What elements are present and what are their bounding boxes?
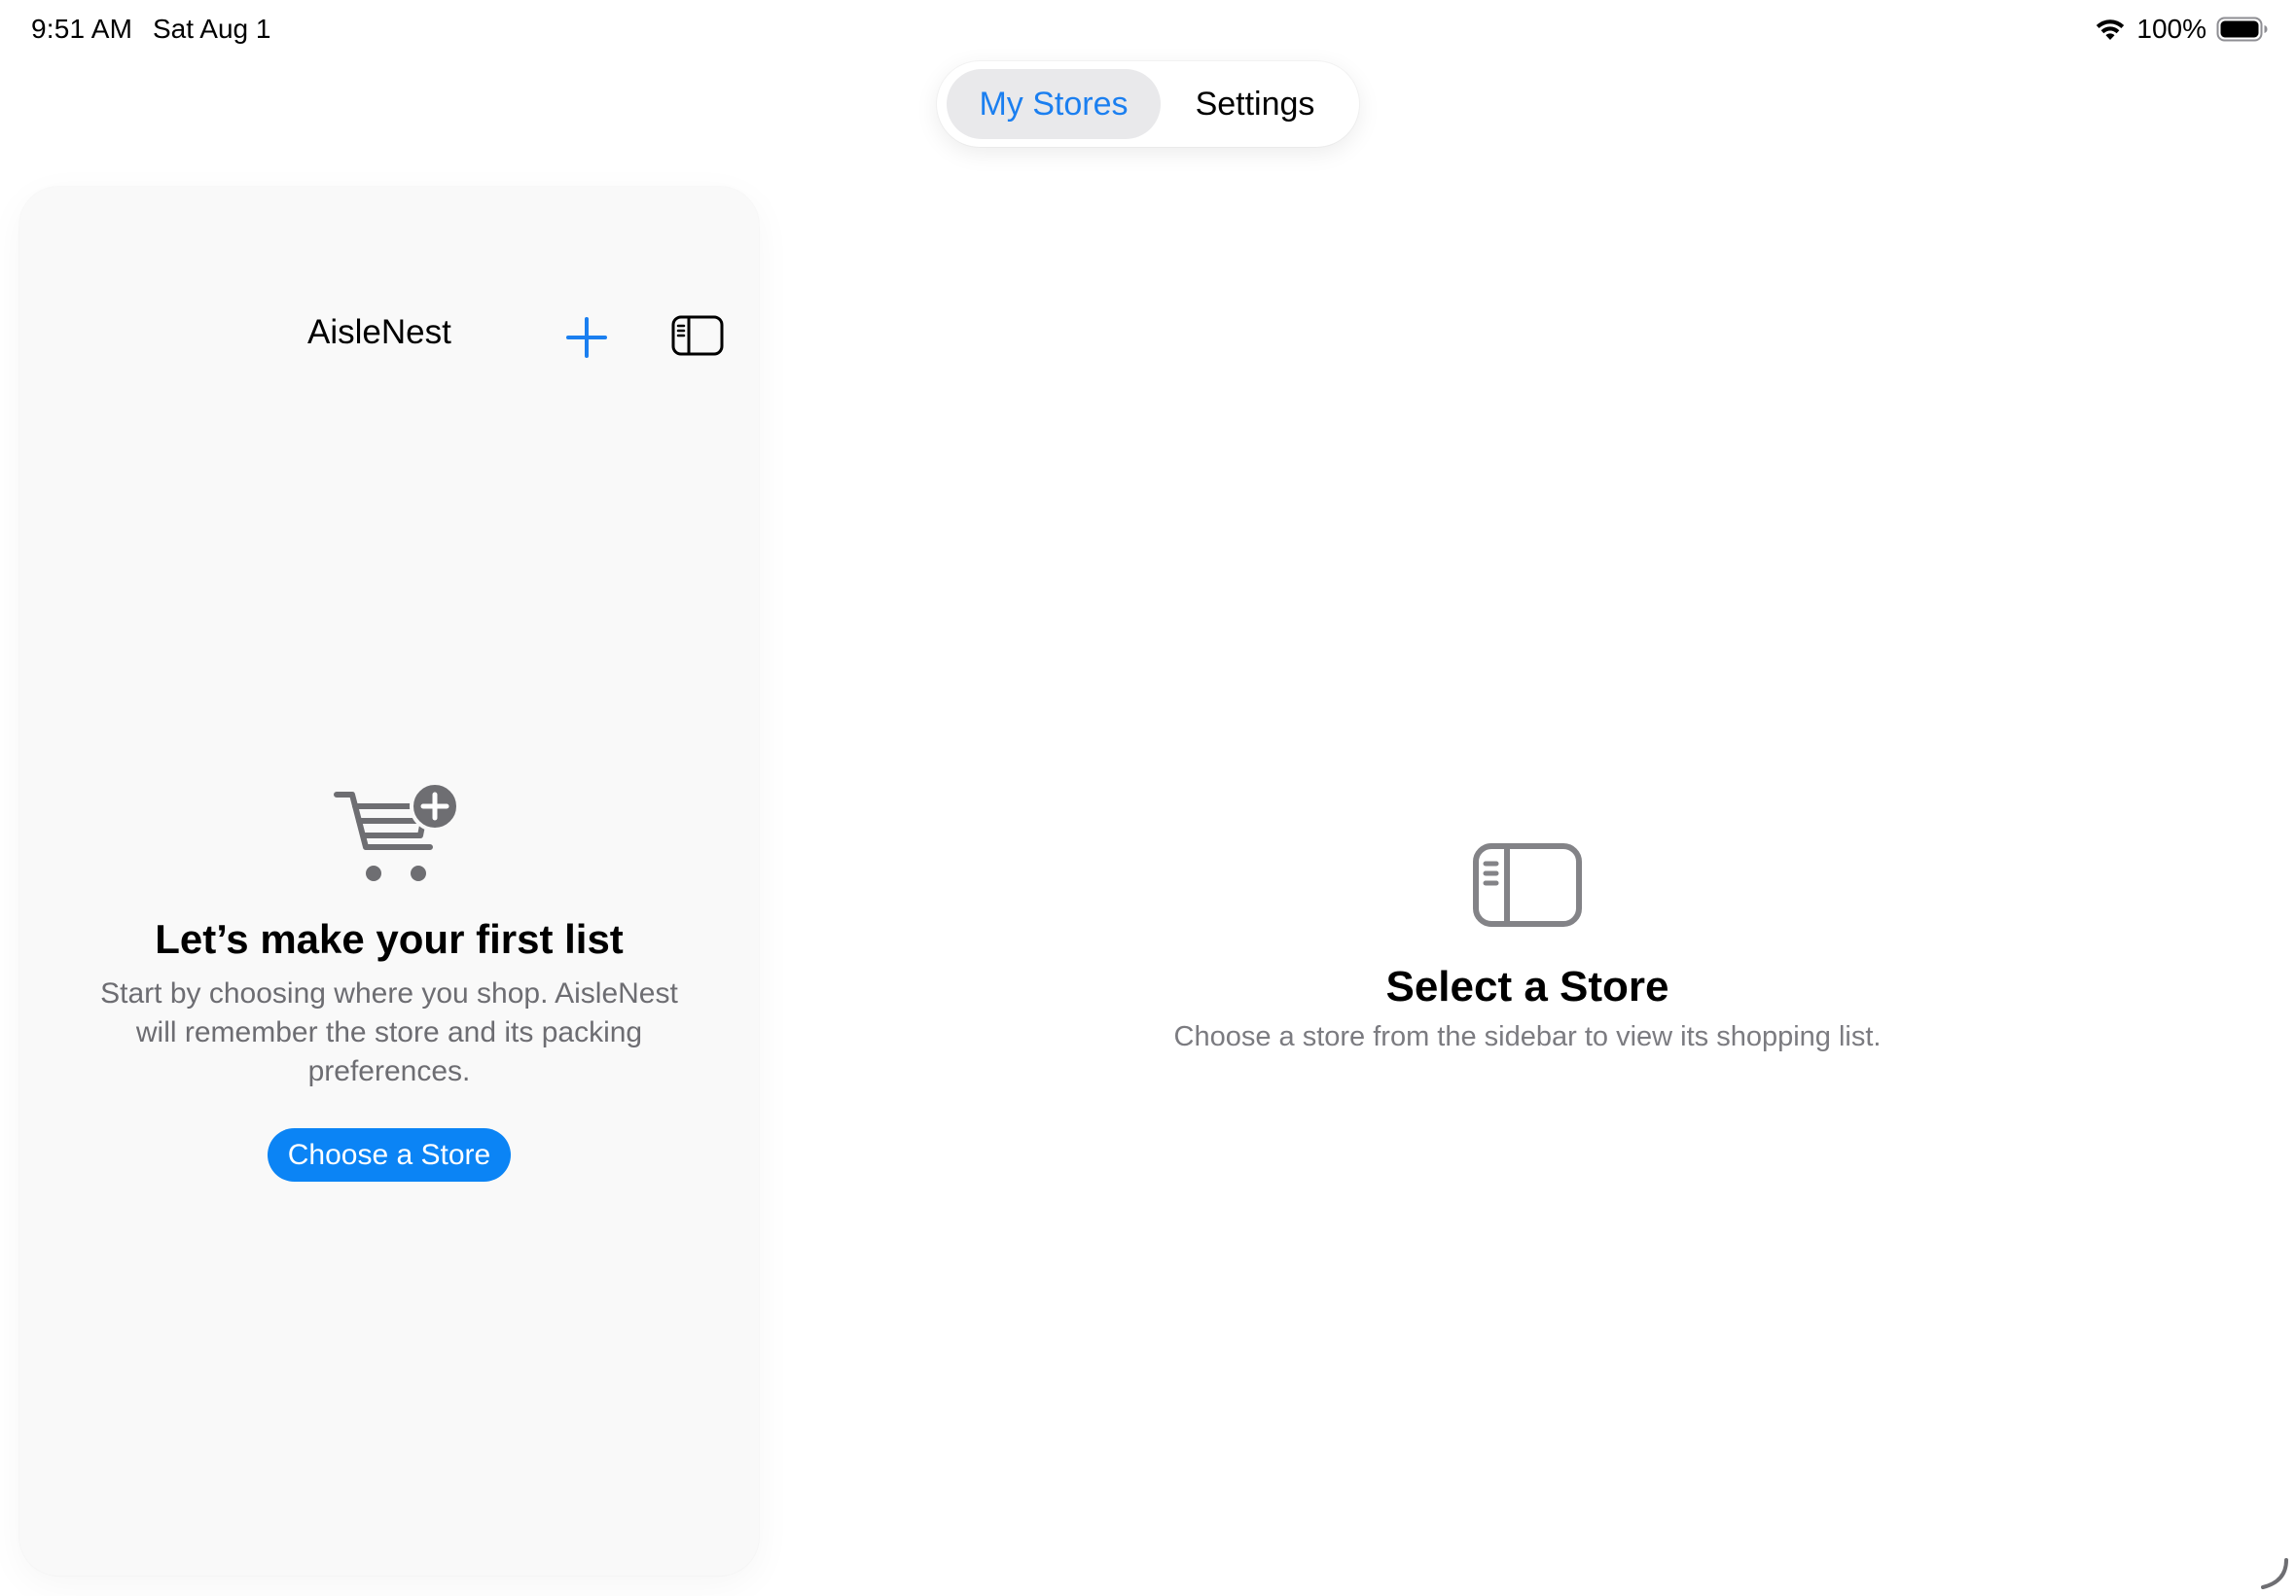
status-indicators: 100%: [2094, 14, 2269, 45]
tab-my-stores[interactable]: My Stores: [947, 69, 1161, 139]
plus-icon: [566, 317, 607, 358]
wifi-icon: [2094, 17, 2127, 42]
sidebar-icon: [1472, 842, 1583, 928]
sidebar-title: AisleNest: [307, 313, 451, 351]
resize-handle[interactable]: [2257, 1556, 2292, 1591]
status-time: 9:51 AM: [31, 14, 133, 44]
empty-state-heading: Let’s make your first list: [155, 916, 624, 962]
toggle-sidebar-button[interactable]: [671, 315, 724, 356]
status-bar: 9:51 AM Sat Aug 1 100%: [0, 0, 2296, 62]
detail-heading: Select a Store: [1385, 963, 1669, 1011]
battery-percentage: 100%: [2136, 14, 2206, 44]
add-store-button[interactable]: [562, 313, 611, 362]
battery-icon: [2216, 17, 2269, 42]
status-date: Sat Aug 1: [153, 14, 271, 44]
sidebar-icon: [671, 315, 724, 356]
choose-store-button[interactable]: Choose a Store: [268, 1128, 511, 1182]
detail-description: Choose a store from the sidebar to view …: [1173, 1021, 1882, 1052]
empty-state-description: Start by choosing where you shop. AisleN…: [100, 977, 678, 1087]
segmented-tab-bar: My Stores Settings: [937, 61, 1359, 147]
tab-settings[interactable]: Settings: [1163, 69, 1347, 139]
cart-plus-icon: [333, 781, 461, 886]
